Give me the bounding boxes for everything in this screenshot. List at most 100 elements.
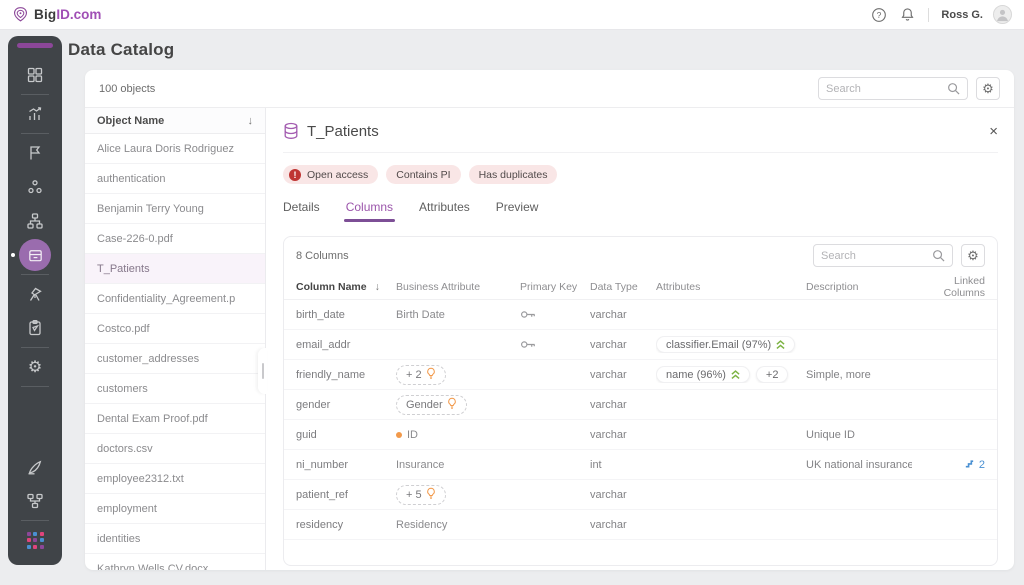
logo-text-idcom: ID.com <box>56 7 101 22</box>
column-name-cell: gender <box>296 399 396 411</box>
sidebar-divider <box>21 274 49 275</box>
sidebar-divider <box>21 133 49 134</box>
sidebar-accent-bar <box>17 43 53 48</box>
tab-details[interactable]: Details <box>283 200 320 222</box>
sidebar-item-settings[interactable]: ⚙ <box>8 350 62 384</box>
tag-pill[interactable]: Contains PI <box>386 165 460 184</box>
header-description: Description <box>806 281 912 293</box>
tab-attributes[interactable]: Attributes <box>419 200 470 222</box>
sidebar-divider <box>21 520 49 521</box>
linked-count[interactable]: 2 <box>979 459 985 471</box>
object-list-item[interactable]: identities <box>85 524 265 554</box>
sidebar-item-data-catalog[interactable] <box>8 238 62 272</box>
tabs-row: Details Columns Attributes Preview <box>283 200 998 222</box>
sidebar-item-policies[interactable] <box>8 136 62 170</box>
table-row[interactable]: email_addrvarcharclassifier.Email (97%) <box>284 330 997 360</box>
object-list-item[interactable]: employee2312.txt <box>85 464 265 494</box>
business-attribute-cell: ID <box>396 429 520 441</box>
column-name-cell: patient_ref <box>296 489 396 501</box>
sort-desc-icon[interactable]: ↓ <box>375 281 380 293</box>
sidebar-item-apps[interactable] <box>8 523 62 557</box>
bigid-logo[interactable]: BigID.com <box>12 6 101 23</box>
attribute-pill[interactable]: classifier.Email (97%) <box>656 336 795 353</box>
sidebar-item-analytics[interactable] <box>8 97 62 131</box>
table-row[interactable]: patient_ref+ 5varchar <box>284 480 997 510</box>
column-name-cell: ni_number <box>296 459 396 471</box>
tag-pill[interactable]: Has duplicates <box>469 165 558 184</box>
object-list-header: Object Name ↓ <box>85 108 265 134</box>
object-list-item[interactable]: customers <box>85 374 265 404</box>
sidebar-item-hierarchy[interactable] <box>8 204 62 238</box>
tag-label: Open access <box>307 169 368 181</box>
attribute-label: name (96%) <box>666 369 726 381</box>
business-attribute-label: Insurance <box>396 459 444 471</box>
description-cell: Unique ID <box>806 429 912 441</box>
confidence-icon <box>776 339 785 350</box>
table-row[interactable]: birth_dateBirth Datevarchar <box>284 300 997 330</box>
bulb-icon <box>426 487 436 503</box>
tag-pill[interactable]: !Open access <box>283 165 378 184</box>
table-row[interactable]: ni_numberInsuranceintUK national insuran… <box>284 450 997 480</box>
bell-icon[interactable] <box>898 6 916 24</box>
object-list-item[interactable]: authentication <box>85 164 265 194</box>
object-list-item[interactable]: employment <box>85 494 265 524</box>
sidebar-divider <box>21 347 49 348</box>
suggested-attribute-pill[interactable]: Gender <box>396 395 467 415</box>
description-cell: Simple, more <box>806 369 912 381</box>
id-dot-icon <box>396 432 402 438</box>
object-list-panel: Object Name ↓ Alice Laura Doris Rodrigue… <box>85 108 266 570</box>
columns-table: birth_dateBirth Datevarcharemail_addrvar… <box>284 300 997 540</box>
table-row[interactable]: genderGendervarchar <box>284 390 997 420</box>
object-list-item[interactable]: Alice Laura Doris Rodriguez <box>85 134 265 164</box>
sidebar-item-reports[interactable] <box>8 311 62 345</box>
object-list-item[interactable]: Costco.pdf <box>85 314 265 344</box>
object-list-item[interactable]: Case-226-0.pdf <box>85 224 265 254</box>
catalog-card: 100 objects ⚙ Object Name ↓ Alice Laura … <box>85 70 1014 570</box>
catalog-settings-button[interactable]: ⚙ <box>976 77 1000 100</box>
object-list-item[interactable]: Confidentiality_Agreement.p <box>85 284 265 314</box>
column-name-cell: guid <box>296 429 396 441</box>
table-row[interactable]: friendly_name+ 2varcharname (96%)+2Simpl… <box>284 360 997 390</box>
table-row[interactable]: guidIDvarcharUnique ID <box>284 420 997 450</box>
suggested-attribute-pill[interactable]: + 5 <box>396 485 446 505</box>
suggested-attribute-pill[interactable]: + 2 <box>396 365 446 385</box>
collapse-handle[interactable] <box>258 348 267 394</box>
avatar[interactable] <box>993 5 1012 24</box>
sidebar-item-discovery[interactable] <box>8 277 62 311</box>
suggestion-label: + 5 <box>406 489 422 501</box>
search-icon <box>947 82 960 95</box>
search-icon <box>932 249 945 262</box>
table-row[interactable]: residencyResidencyvarchar <box>284 510 997 540</box>
object-list-item[interactable]: customer_addresses <box>85 344 265 374</box>
apps-grid-icon <box>27 532 44 549</box>
user-name[interactable]: Ross G. <box>941 9 983 21</box>
attribute-pill[interactable]: name (96%) <box>656 366 750 383</box>
sidebar-item-signature[interactable] <box>8 450 62 484</box>
attribute-label: classifier.Email (97%) <box>666 339 771 351</box>
sidebar-item-dashboard[interactable] <box>8 58 62 92</box>
sidebar-item-data-flows[interactable] <box>8 484 62 518</box>
business-attribute-cell: Birth Date <box>396 309 520 321</box>
sort-desc-icon[interactable]: ↓ <box>248 115 254 127</box>
sidebar-item-clusters[interactable] <box>8 170 62 204</box>
tab-columns[interactable]: Columns <box>346 200 393 222</box>
sidebar-divider <box>21 94 49 95</box>
object-list-item[interactable]: T_Patients <box>85 254 265 284</box>
object-list-item[interactable]: Kathryn Wells CV.docx <box>85 554 265 570</box>
catalog-search[interactable] <box>818 77 968 100</box>
object-list-item[interactable]: Dental Exam Proof.pdf <box>85 404 265 434</box>
help-icon[interactable]: ? <box>870 6 888 24</box>
catalog-search-input[interactable] <box>826 83 947 95</box>
object-list-item[interactable]: Benjamin Terry Young <box>85 194 265 224</box>
data-type-cell: int <box>590 459 656 471</box>
columns-search[interactable] <box>813 244 953 267</box>
attribute-pill[interactable]: +2 <box>756 366 789 383</box>
tab-preview[interactable]: Preview <box>496 200 539 222</box>
object-list-item[interactable]: doctors.csv <box>85 434 265 464</box>
catalog-toolbar: 100 objects ⚙ <box>85 70 1014 108</box>
columns-settings-button[interactable]: ⚙ <box>961 244 985 267</box>
close-icon[interactable]: × <box>989 124 998 139</box>
columns-search-input[interactable] <box>821 250 932 262</box>
columns-panel: 8 Columns ⚙ Column Name ↓ Business <box>283 236 998 566</box>
column-name-cell: email_addr <box>296 339 396 351</box>
